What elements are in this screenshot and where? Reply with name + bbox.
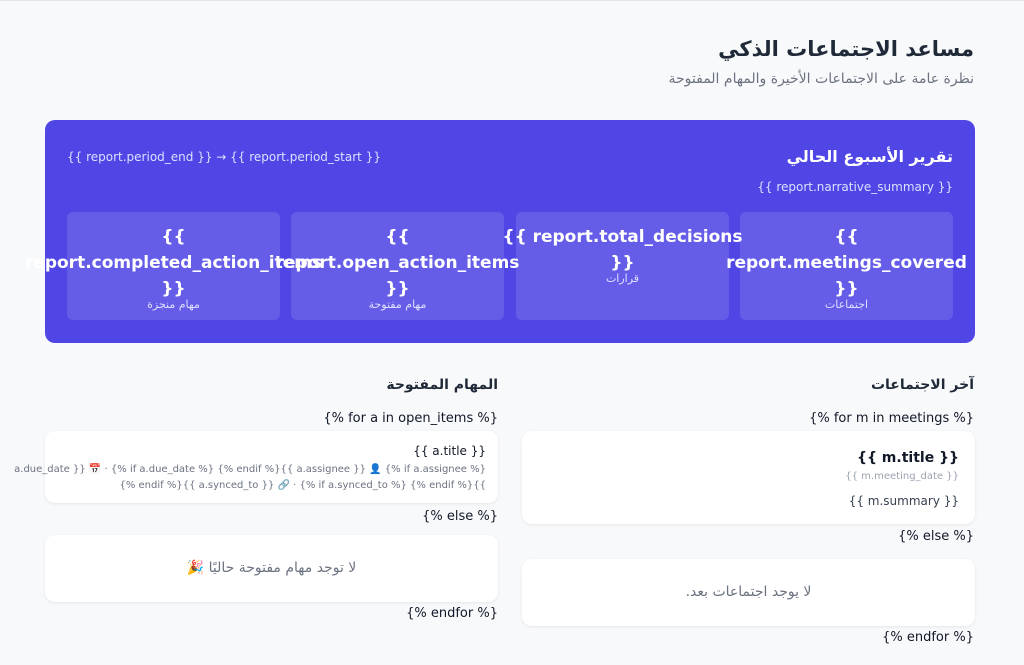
task-card[interactable]: {{ a.title }} a.due_date }} 📅 · {% if a.…	[14, 431, 498, 503]
report-title: تقرير الأسبوع الحالي	[786, 147, 953, 166]
task-meta-line-2: {% endif %}{{ a.synced_to }} 🔗 · {% if a…	[119, 480, 486, 491]
task-title: {{ a.title }}	[413, 444, 486, 458]
meetings-endfor-tag: {% endfor %}	[882, 630, 974, 645]
tasks-endfor-tag: {% endfor %}	[406, 606, 498, 621]
stat-total-decisions: {{ report.total_decisions }} قرارات	[502, 212, 743, 320]
meetings-else-tag: {% else %}	[898, 529, 974, 544]
meeting-card[interactable]: {{ m.title }} {{ m.meeting_date }} {{ m.…	[522, 431, 975, 524]
meeting-summary: {{ m.summary }}	[848, 494, 959, 508]
tasks-empty-state: لا توجد مهام مفتوحة حاليًا 🎉	[45, 535, 498, 602]
page-subtitle: نظرة عامة على الاجتماعات الأخيرة والمهام…	[668, 71, 975, 87]
weekly-report-card: تقرير الأسبوع الحالي {{ report.period_en…	[25, 120, 975, 343]
report-stats: {{ report.meetings_covered }} اجتماعات {…	[25, 212, 967, 320]
task-meta-line-1: a.due_date }} 📅 · {% if a.due_date %} {%…	[14, 464, 486, 475]
report-period: {{ report.period_end }} → {{ report.peri…	[67, 150, 381, 164]
tasks-for-tag: {% for a in open_items %}	[323, 411, 498, 426]
tasks-empty-text: لا توجد مهام مفتوحة حاليًا 🎉	[186, 560, 357, 576]
meeting-title: {{ m.title }}	[857, 450, 959, 466]
meetings-section-title: آخر الاجتماعات	[870, 377, 974, 393]
stat-label: اجتماعات	[824, 298, 869, 311]
meeting-date: {{ m.meeting_date }}	[845, 471, 959, 482]
tasks-else-tag: {% else %}	[422, 509, 498, 524]
page-title: مساعد الاجتماعات الذكي	[718, 37, 974, 61]
tasks-section-title: المهام المفتوحة	[386, 377, 498, 393]
meetings-empty-text: لا يوجد اجتماعات بعد.	[685, 584, 812, 600]
report-narrative-summary: {{ report.narrative_summary }}	[757, 180, 953, 194]
meetings-for-tag: {% for m in meetings %}	[809, 411, 974, 426]
stat-completed-action-items: {{ report.completed_action_items }} مهام…	[25, 212, 322, 320]
stat-label: قرارات	[605, 272, 640, 285]
stat-value: {{ report.completed_action_items }}	[24, 227, 323, 299]
dashboard-page: مساعد الاجتماعات الذكي نظرة عامة على الا…	[0, 1, 1024, 665]
meetings-empty-state: لا يوجد اجتماعات بعد.	[522, 559, 975, 626]
stat-label: مهام منجزة	[147, 298, 200, 311]
